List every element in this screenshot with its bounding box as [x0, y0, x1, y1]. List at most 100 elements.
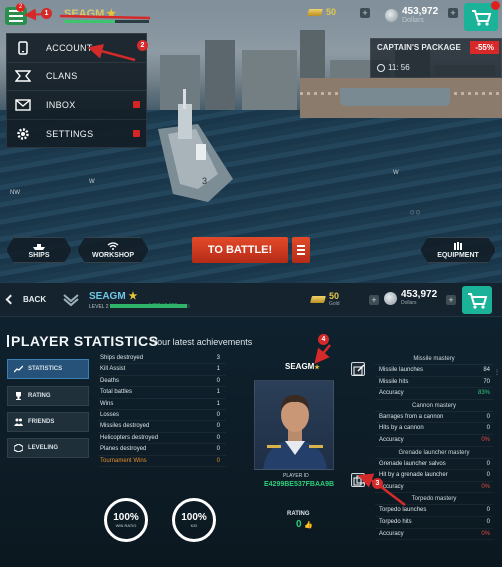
stat-value: 0	[216, 434, 220, 441]
edit-name-button[interactable]	[351, 362, 365, 376]
annotation-1: 1	[41, 8, 52, 19]
mastery-value: 0%	[481, 530, 490, 537]
mastery-label: Missile hits	[379, 378, 409, 385]
main-menu-screen: 3 2 SEAGM ★ 50 + 453,972 Dollars + CAPTAIN…	[0, 0, 502, 283]
mastery-row: Accuracy 0%	[375, 529, 493, 541]
equipment-button[interactable]: EQUIPMENT	[420, 237, 496, 263]
dollars-counter: 453,972 Dollars	[384, 290, 437, 306]
add-gold-button[interactable]: +	[360, 8, 370, 18]
mastery-label: Accuracy	[379, 390, 404, 397]
stat-label: Missiles destroyed	[100, 423, 150, 430]
star-icon: ★	[314, 365, 320, 371]
mastery-row: Accuracy 0%	[375, 482, 493, 494]
menu-item-settings[interactable]: SETTINGS	[7, 120, 146, 149]
tab-statistics[interactable]: STATISTICS	[7, 359, 89, 379]
settings-notification-icon	[133, 129, 140, 137]
mastery-section-header: Cannon mastery	[375, 400, 493, 412]
smartphone-icon	[14, 41, 32, 55]
offer-timer: 11: 56	[377, 63, 410, 72]
add-dollars-button[interactable]: +	[448, 8, 458, 18]
rank-chevron-icon	[63, 294, 79, 307]
inbox-notification-icon	[133, 101, 140, 108]
mastery-label: Missile launches	[379, 367, 424, 373]
envelope-icon	[14, 98, 32, 112]
chart-icon	[14, 365, 23, 373]
stat-row: Losses 0	[98, 410, 226, 422]
annotation-3: 3	[372, 478, 383, 489]
ships-button[interactable]: SHIPS	[6, 237, 72, 263]
mastery-row: Grenade launcher salvos 0	[375, 459, 493, 471]
mastery-value: 0	[486, 507, 490, 514]
player-avatar	[254, 380, 334, 470]
page-subtitle: Your latest achievements	[152, 337, 253, 347]
menu-item-clans[interactable]: CLANS	[7, 63, 146, 91]
menu-item-account[interactable]: ACCOUNT	[7, 34, 146, 63]
captain-portrait-icon	[263, 395, 327, 469]
stat-label: Losses	[100, 411, 120, 418]
mastery-row: Hits by a cannon 0	[375, 423, 493, 435]
scrollbar[interactable]: ⋮	[494, 369, 502, 383]
tab-friends[interactable]: FRIENDS	[7, 412, 89, 432]
stat-value: 0	[216, 423, 220, 430]
stat-row: Deaths 0	[98, 376, 226, 388]
add-gold-button[interactable]: +	[369, 295, 379, 305]
mastery-label: Hits by a cannon	[379, 425, 424, 432]
shop-button[interactable]	[462, 286, 492, 314]
mastery-row: Missile hits 70	[375, 377, 493, 389]
ship-icon	[33, 242, 45, 250]
gold-ingot-icon	[307, 8, 323, 16]
mastery-row: Torpedo hits 0	[375, 517, 493, 529]
missiles-icon	[452, 242, 464, 250]
workshop-button[interactable]: WORKSHOP	[77, 237, 149, 263]
mastery-row: Missile launches 84	[375, 365, 493, 377]
mastery-row: Torpedo launches 0	[375, 505, 493, 517]
stat-row: Kill Assist 1	[98, 364, 226, 376]
stat-value: 1	[216, 389, 220, 396]
coin-icon	[385, 8, 398, 22]
stat-value: 3	[216, 355, 220, 361]
mastery-row: Hit by a grenade launcher 0	[375, 470, 493, 482]
dropdown-menu: ACCOUNT CLANS INBOX SETTINGS	[6, 33, 147, 148]
mastery-label: Grenade launcher salvos	[379, 460, 446, 467]
to-battle-button[interactable]: TO BATTLE!	[192, 237, 288, 263]
level-icon	[14, 444, 23, 452]
stat-label: Helicopters destroyed	[100, 434, 159, 441]
player-id-label: PLAYER ID	[283, 473, 309, 479]
stat-row: Missiles destroyed 0	[98, 421, 226, 433]
stat-label: Ships destroyed	[100, 355, 144, 361]
battle-options-button[interactable]	[292, 237, 310, 263]
back-button[interactable]: BACK	[5, 294, 46, 305]
annotation-4: 4	[318, 334, 329, 345]
gold-ingot-icon	[310, 296, 326, 303]
menu-item-inbox[interactable]: INBOX	[7, 91, 146, 120]
coin-icon	[384, 291, 397, 305]
stat-row: Total battles 1	[98, 387, 226, 399]
mastery-label: Hit by a grenade launcher	[379, 472, 448, 479]
mastery-value: 0	[486, 425, 490, 432]
gold-counter: 50 Gold	[310, 292, 340, 307]
stat-label: Kill Assist	[100, 366, 126, 373]
compass-northwest: NW	[10, 190, 20, 196]
mastery-value: 0%	[481, 436, 490, 443]
tab-rating[interactable]: RATING	[7, 386, 89, 406]
mastery-label: Torpedo hits	[379, 518, 412, 525]
captains-package-offer[interactable]: CAPTAIN'S PACKAGE -55% 11: 56	[370, 38, 502, 78]
mastery-label: Torpedo launches	[379, 507, 427, 514]
tab-leveling[interactable]: LEVELING	[7, 438, 89, 458]
shop-button[interactable]	[464, 1, 500, 31]
xp-bar	[64, 20, 149, 23]
player-id-value: E4299BE537FBAA9B	[264, 481, 335, 488]
copy-id-button[interactable]	[351, 473, 365, 487]
mastery-value: 0%	[481, 483, 490, 490]
stat-value: 1	[216, 366, 220, 373]
add-dollars-button[interactable]: +	[446, 295, 456, 305]
wifi-signal-icon	[107, 242, 119, 250]
gear-icon	[14, 127, 32, 141]
kd-gauge: 100% K/D	[172, 498, 216, 542]
mastery-value: 0	[486, 518, 490, 525]
mastery-row: Accuracy 83%	[375, 388, 493, 400]
clan-emblem-icon	[14, 69, 32, 83]
stat-label: Wins	[100, 400, 114, 407]
profile-name: SEAGM★	[285, 362, 320, 371]
stat-value: 0	[216, 446, 220, 453]
